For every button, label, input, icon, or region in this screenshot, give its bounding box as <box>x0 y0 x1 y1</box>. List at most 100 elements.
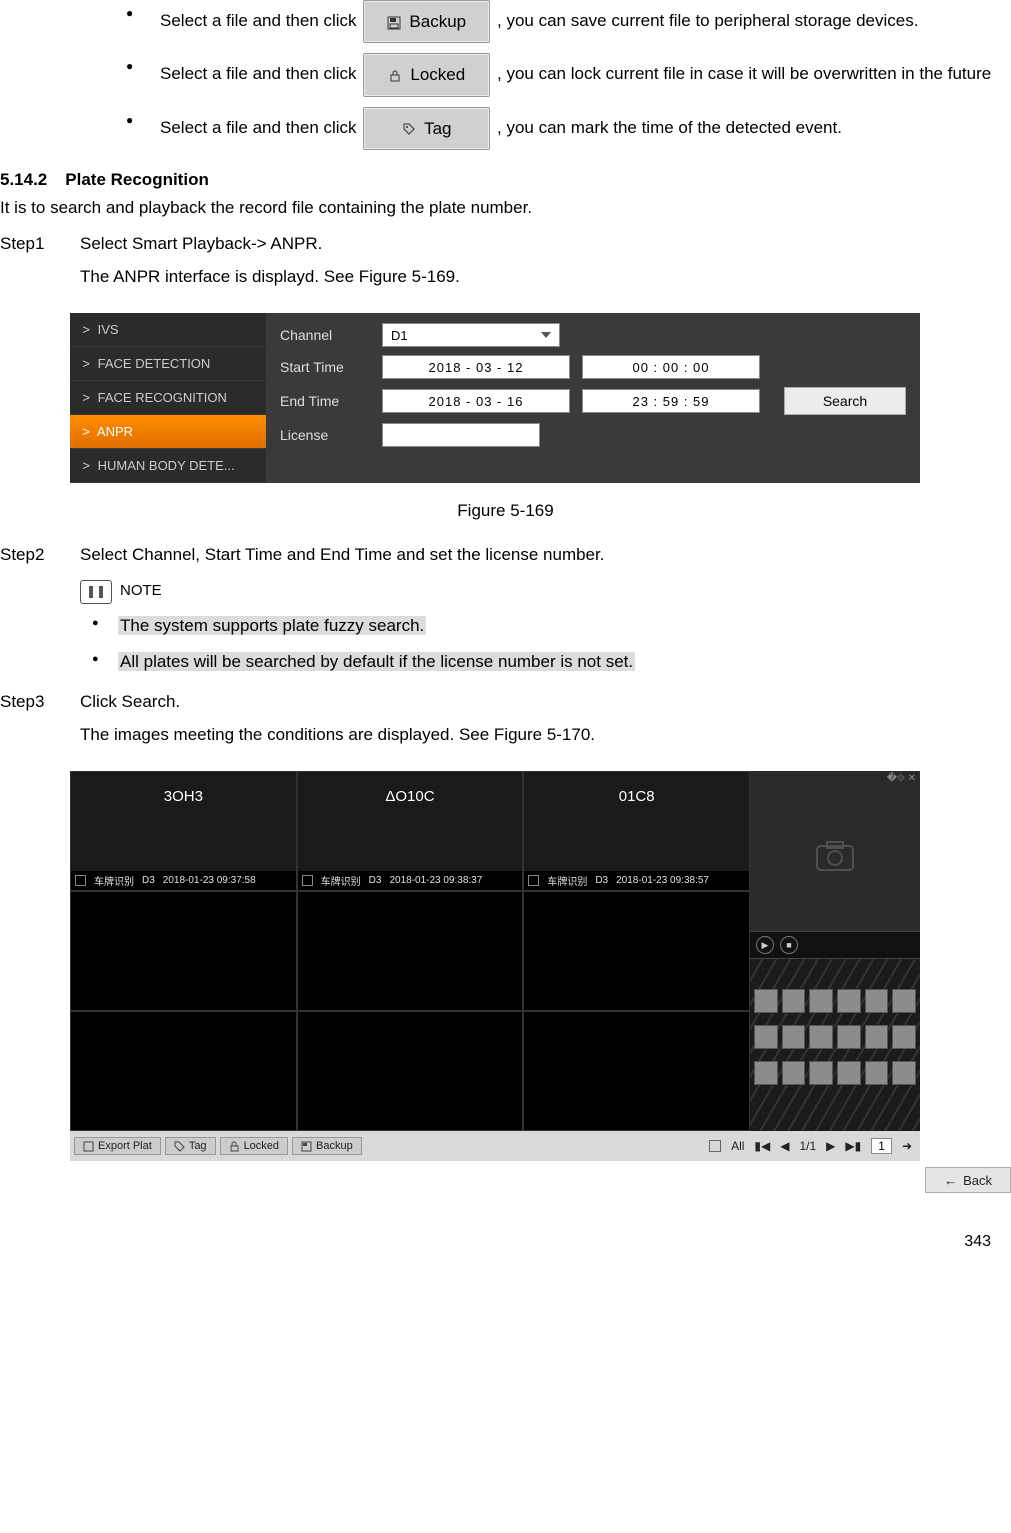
result-cell-empty <box>70 891 297 1011</box>
camera-icon <box>811 832 859 880</box>
channel-label: Channel <box>280 327 370 343</box>
preview-snapshot <box>750 959 920 1131</box>
channel-select[interactable]: D1 <box>382 323 560 347</box>
backup-button[interactable]: Backup <box>292 1137 362 1155</box>
select-all-label: All <box>731 1139 744 1153</box>
export-button[interactable]: Export Plat <box>74 1137 161 1155</box>
sidebar-item-face-recognition[interactable]: > FACE RECOGNITION <box>70 381 266 415</box>
step2-note-2: All plates will be searched by default i… <box>80 646 1011 678</box>
search-button[interactable]: Search <box>784 387 906 415</box>
result-cell-empty <box>523 891 750 1011</box>
select-all-checkbox[interactable] <box>709 1140 721 1152</box>
page-number: 343 <box>0 1203 1011 1261</box>
bullet-locked-post: , you can lock current file in case it w… <box>497 65 991 84</box>
figure-169-caption: Figure 5-169 <box>0 501 1011 521</box>
step2-note-1: The system supports plate fuzzy search. <box>80 610 1011 642</box>
chevron-right-icon: > <box>82 322 90 337</box>
intro-bullet-list: Select a file and then click Backup , yo… <box>110 0 1011 150</box>
end-time-label: End Time <box>280 393 370 409</box>
export-icon <box>83 1141 94 1152</box>
plate-text: 01C8 <box>524 788 749 805</box>
step3-label: Step3 <box>0 686 60 751</box>
section-number: 5.14.2 <box>0 170 47 190</box>
tag-icon <box>174 1141 185 1152</box>
pager-last-icon[interactable]: ▶▮ <box>845 1139 861 1153</box>
pager-text: 1/1 <box>799 1139 816 1153</box>
tag-button-graphic: Tag <box>363 107 490 150</box>
step2-label: Step2 <box>0 539 60 682</box>
pager-go-icon[interactable]: ➜ <box>902 1139 912 1153</box>
pager-first-icon[interactable]: ▮◀ <box>754 1139 770 1153</box>
step1-label: Step1 <box>0 228 60 293</box>
bullet-tag-pre: Select a file and then click <box>160 118 361 137</box>
anpr-sidebar: > IVS > FACE DETECTION > FACE RECOGNITIO… <box>70 313 266 483</box>
checkbox-icon[interactable] <box>75 875 86 886</box>
pager-prev-icon[interactable]: ◀ <box>780 1139 789 1153</box>
license-label: License <box>280 427 370 443</box>
preview-placeholder <box>750 781 920 932</box>
section-intro: It is to search and playback the record … <box>0 192 1011 224</box>
play-button[interactable]: ▶ <box>756 936 774 954</box>
results-panel: 3OH3 车牌识别D32018-01-23 09:37:58 ΔO10C 车牌识… <box>70 771 920 1161</box>
preview-controls: ▶ ■ <box>750 932 920 959</box>
checkbox-icon[interactable] <box>302 875 313 886</box>
locked-button-graphic: Locked <box>363 53 490 96</box>
result-cell-empty <box>297 1011 524 1131</box>
bullet-backup: Select a file and then click Backup , yo… <box>110 0 1011 43</box>
result-cell[interactable]: 3OH3 车牌识别D32018-01-23 09:37:58 <box>70 771 297 891</box>
bullet-tag: Select a file and then click Tag , you c… <box>110 107 1011 150</box>
section-title: Plate Recognition <box>65 170 209 190</box>
note-label: NOTE <box>120 577 162 606</box>
start-time-input[interactable]: 00 : 00 : 00 <box>582 355 760 379</box>
plate-text: 3OH3 <box>71 788 296 805</box>
arrow-left-icon: ← <box>944 1173 957 1188</box>
end-date-input[interactable]: 2018 - 03 - 16 <box>382 389 570 413</box>
pager-next-icon[interactable]: ▶ <box>826 1139 835 1153</box>
tag-button[interactable]: Tag <box>165 1137 216 1155</box>
result-cell-empty <box>297 891 524 1011</box>
bullet-backup-pre: Select a file and then click <box>160 11 361 30</box>
result-cell-empty <box>70 1011 297 1131</box>
lock-icon <box>229 1141 240 1152</box>
step1-line2: The ANPR interface is displayd. See Figu… <box>80 261 1011 293</box>
chevron-right-icon: > <box>82 356 90 371</box>
chevron-right-icon: > <box>82 390 90 405</box>
results-grid: 3OH3 车牌识别D32018-01-23 09:37:58 ΔO10C 车牌识… <box>70 771 750 1131</box>
pager-page-input[interactable]: 1 <box>871 1138 892 1154</box>
preview-pane: �⟐ ✕ ▶ ■ <box>750 771 920 1131</box>
bullet-backup-post: , you can save current file to periphera… <box>497 11 918 30</box>
tag-icon <box>402 122 416 136</box>
backup-button-graphic: Backup <box>363 0 490 43</box>
chevron-down-icon <box>541 332 551 338</box>
result-cell[interactable]: 01C8 车牌识别D32018-01-23 09:38:57 <box>523 771 750 891</box>
save-icon <box>387 16 401 30</box>
anpr-panel: > IVS > FACE DETECTION > FACE RECOGNITIO… <box>70 313 920 483</box>
plate-text: ΔO10C <box>298 788 523 805</box>
sidebar-item-ivs[interactable]: > IVS <box>70 313 266 347</box>
step2-line: Select Channel, Start Time and End Time … <box>80 539 1011 571</box>
stop-button[interactable]: ■ <box>780 936 798 954</box>
note-icon <box>80 580 112 604</box>
bullet-tag-post: , you can mark the time of the detected … <box>497 118 842 137</box>
checkbox-icon[interactable] <box>528 875 539 886</box>
back-button[interactable]: ←Back <box>925 1167 1011 1193</box>
bullet-locked: Select a file and then click Locked , yo… <box>110 53 1011 96</box>
sidebar-item-anpr[interactable]: > ANPR <box>70 415 266 449</box>
license-input[interactable] <box>382 423 540 447</box>
locked-button[interactable]: Locked <box>220 1137 288 1155</box>
lock-icon <box>388 69 402 83</box>
step3-line1: Click Search. <box>80 686 1011 718</box>
save-icon <box>301 1141 312 1152</box>
chevron-right-icon: > <box>82 458 90 473</box>
step3-line2: The images meeting the conditions are di… <box>80 719 1011 751</box>
bullet-locked-pre: Select a file and then click <box>160 65 361 84</box>
result-cell-empty <box>523 1011 750 1131</box>
sidebar-item-human-body[interactable]: > HUMAN BODY DETE... <box>70 449 266 483</box>
start-time-label: Start Time <box>280 359 370 375</box>
end-time-input[interactable]: 23 : 59 : 59 <box>582 389 760 413</box>
sidebar-item-face-detection[interactable]: > FACE DETECTION <box>70 347 266 381</box>
result-cell[interactable]: ΔO10C 车牌识别D32018-01-23 09:38:37 <box>297 771 524 891</box>
chevron-right-icon: > <box>82 424 90 439</box>
results-toolbar: Export Plat Tag Locked Backup All ▮◀ ◀ 1… <box>70 1131 920 1161</box>
start-date-input[interactable]: 2018 - 03 - 12 <box>382 355 570 379</box>
